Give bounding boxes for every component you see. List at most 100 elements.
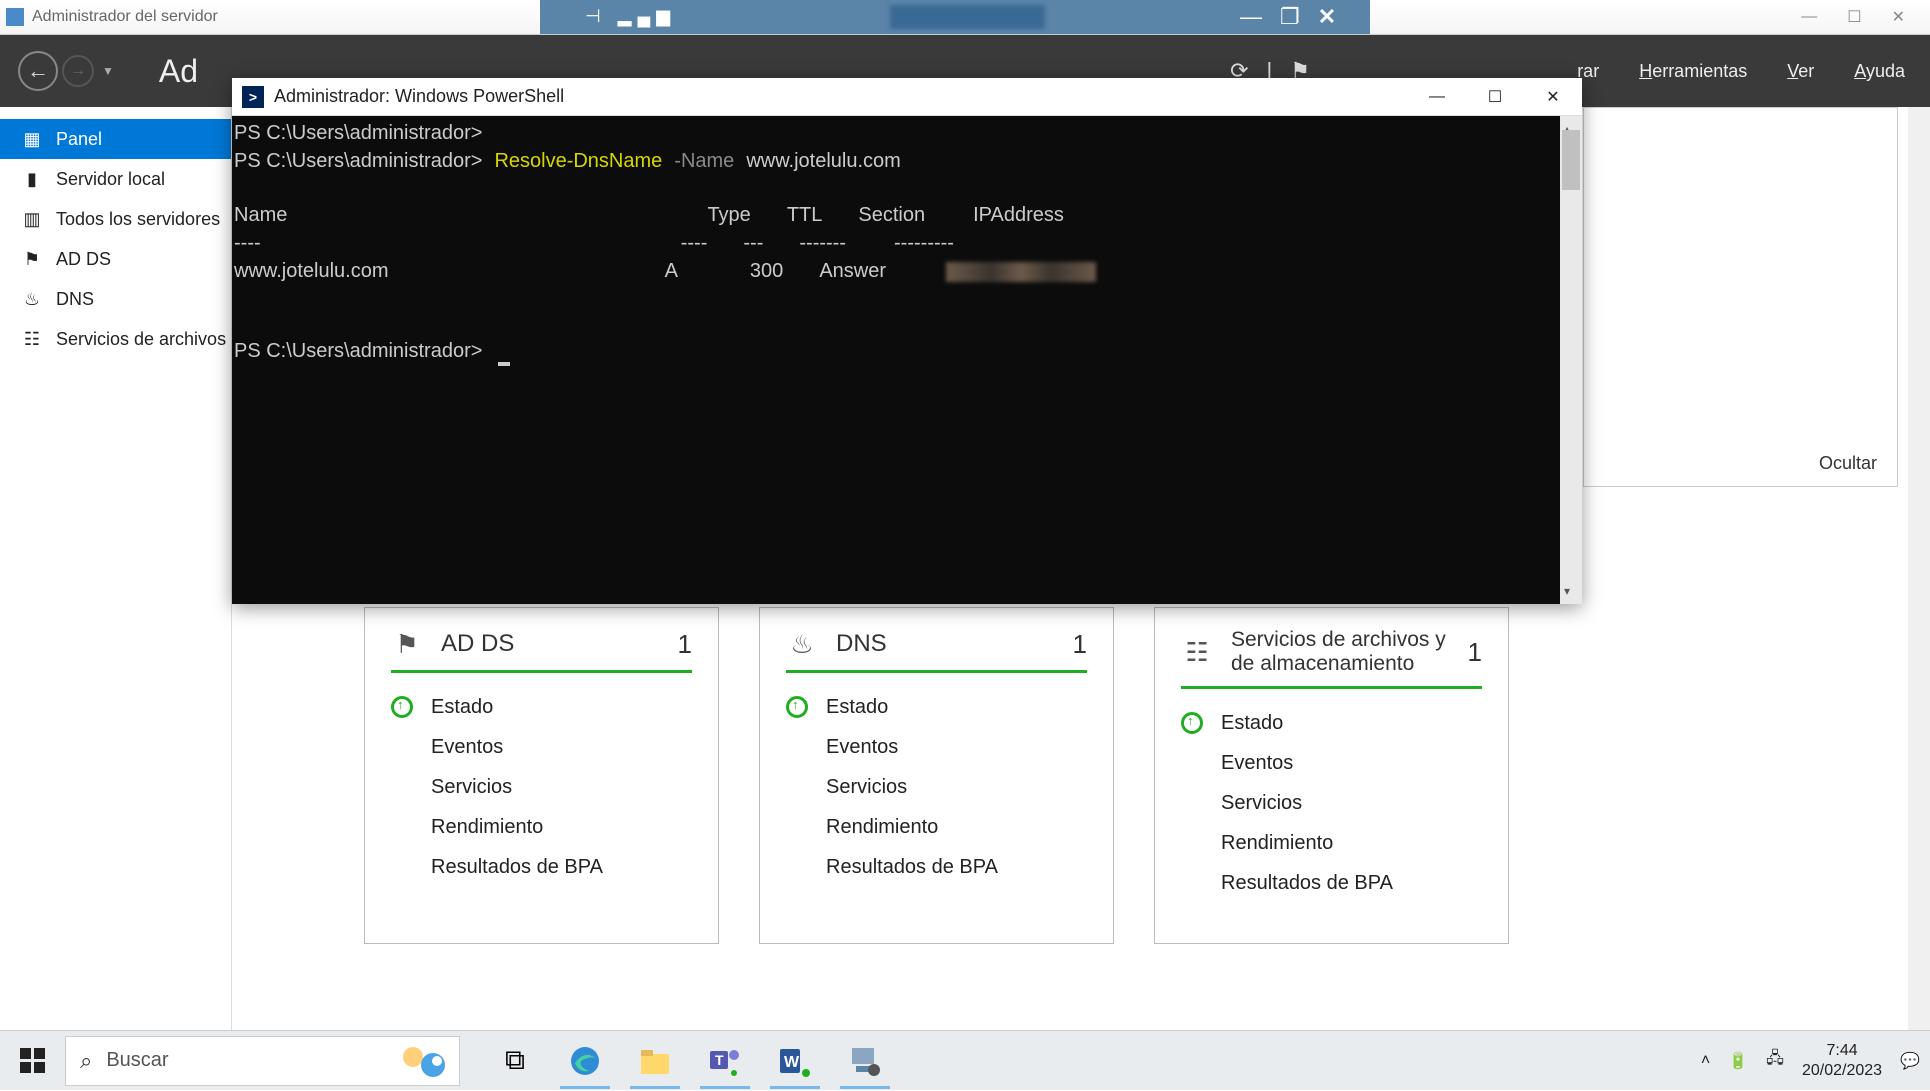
taskbar-teams[interactable]: T [690, 1031, 760, 1091]
tile-title: Servicios de archivos y de almacenamient… [1231, 628, 1450, 676]
svg-text:T: T [715, 1052, 724, 1068]
sidebar-item-adds[interactable]: ⚑ AD DS [0, 239, 231, 279]
ps-minimize-button[interactable]: — [1408, 78, 1466, 116]
hide-link[interactable]: Ocultar [1819, 453, 1877, 474]
tile-title: DNS [836, 630, 1055, 658]
tray-clock[interactable]: 7:44 20/02/2023 [1802, 1041, 1882, 1081]
nav-history-dropdown[interactable]: ▼ [102, 64, 114, 78]
powershell-title: Administrador: Windows PowerShell [274, 86, 564, 107]
tile-row-bpa[interactable]: Resultados de BPA [391, 847, 692, 887]
rdp-minimize-icon[interactable]: — [1240, 4, 1262, 30]
tray-notifications-icon[interactable]: 💬 [1900, 1051, 1920, 1071]
rdp-hostname-blur [890, 5, 1045, 29]
search-placeholder: Buscar [106, 1049, 168, 1072]
tile-row-eventos[interactable]: Eventos [786, 727, 1087, 767]
nav-back-button[interactable]: ← [18, 51, 58, 91]
powershell-console[interactable]: PS C:\Users\administrador> PS C:\Users\a… [232, 116, 1582, 604]
fileservices-tile-icon: ☷ [1181, 636, 1213, 668]
tile-count: 1 [1073, 629, 1087, 660]
search-icon: ⌕ [80, 1048, 92, 1074]
tile-row-eventos[interactable]: Eventos [391, 727, 692, 767]
tile-row-rendimiento[interactable]: Rendimiento [391, 807, 692, 847]
adds-icon: ⚑ [22, 249, 42, 269]
tile-row-estado[interactable]: Estado [1181, 703, 1482, 743]
ps-close-button[interactable]: ✕ [1524, 78, 1582, 116]
powershell-titlebar[interactable]: > Administrador: Windows PowerShell — ☐ … [232, 78, 1582, 116]
tile-row-estado[interactable]: Estado [391, 687, 692, 727]
content-scrollbar[interactable] [1908, 107, 1930, 1030]
ip-redacted [946, 262, 1096, 282]
adds-tile-icon: ⚑ [391, 628, 423, 660]
sidebar-label: AD DS [56, 249, 111, 270]
tile-file-services[interactable]: ☷ Servicios de archivos y de almacenamie… [1154, 607, 1509, 944]
taskbar-word[interactable]: W [760, 1031, 830, 1091]
sidebar-label: Todos los servidores [56, 209, 220, 230]
menu-ayuda[interactable]: Ayuda [1854, 61, 1905, 82]
server-icon: ▮ [22, 169, 42, 189]
tile-row-eventos[interactable]: Eventos [1181, 743, 1482, 783]
taskbar-edge[interactable] [550, 1031, 620, 1091]
status-up-icon [786, 696, 808, 718]
tile-row-rendimiento[interactable]: Rendimiento [786, 807, 1087, 847]
tile-count: 1 [678, 629, 692, 660]
welcome-panel: Ocultar [1583, 107, 1898, 487]
taskbar-server-manager[interactable] [830, 1031, 900, 1091]
tile-dns[interactable]: ♨ DNS 1 Estado Eventos Servicios Rendimi… [759, 607, 1114, 944]
cortana-icon [397, 1041, 449, 1081]
tray-chevron-icon[interactable]: ˄ [1701, 1052, 1710, 1070]
rdp-close-icon[interactable]: ✕ [1318, 4, 1336, 30]
rdp-restore-icon[interactable]: ❐ [1280, 4, 1300, 30]
sidebar-item-local-server[interactable]: ▮ Servidor local [0, 159, 231, 199]
tile-row-servicios[interactable]: Servicios [391, 767, 692, 807]
sidebar-label: Servidor local [56, 169, 165, 190]
sidebar-label: Servicios de archivos [56, 329, 226, 350]
outer-window-title: Administrador del servidor [32, 8, 218, 26]
rdp-pin-signal: ⊣ ▂▄▆ [585, 6, 676, 27]
sidebar-item-all-servers[interactable]: ▥ Todos los servidores [0, 199, 231, 239]
menu-ver[interactable]: Ver [1787, 61, 1814, 82]
ps-scrollbar[interactable]: ▴ ▾ [1560, 116, 1582, 604]
sidebar-label: DNS [56, 289, 94, 310]
status-up-icon [391, 696, 413, 718]
sidebar-item-panel[interactable]: ▦ Panel [0, 119, 231, 159]
outer-window-titlebar: ⊣ ▂▄▆ Administrador del servidor — ❐ ✕ —… [0, 0, 1930, 35]
taskbar-explorer[interactable] [620, 1031, 690, 1091]
powershell-window[interactable]: > Administrador: Windows PowerShell — ☐ … [232, 78, 1582, 604]
ps-maximize-button[interactable]: ☐ [1466, 78, 1524, 116]
page-title: Ad [159, 53, 198, 90]
task-view-button[interactable]: ⧉ [480, 1031, 550, 1091]
menu-herramientas[interactable]: Herramientas [1639, 61, 1747, 82]
tray-battery-icon[interactable]: 🔋 [1728, 1051, 1748, 1071]
dashboard-icon: ▦ [22, 129, 42, 149]
tile-row-bpa[interactable]: Resultados de BPA [786, 847, 1087, 887]
sidebar-item-file-services[interactable]: ☷ Servicios de archivos [0, 319, 231, 359]
tile-title: AD DS [441, 630, 660, 658]
tile-row-bpa[interactable]: Resultados de BPA [1181, 863, 1482, 903]
dns-icon: ♨ [22, 289, 42, 309]
sidebar-item-dns[interactable]: ♨ DNS [0, 279, 231, 319]
taskbar-search[interactable]: ⌕ Buscar [65, 1036, 460, 1086]
sidebar: ▦ Panel ▮ Servidor local ▥ Todos los ser… [0, 107, 232, 1030]
servers-icon: ▥ [22, 209, 42, 229]
dns-tile-icon: ♨ [786, 628, 818, 660]
outer-close-icon[interactable]: ✕ [1892, 7, 1905, 27]
outer-minimize-icon[interactable]: — [1801, 8, 1817, 26]
tile-row-rendimiento[interactable]: Rendimiento [1181, 823, 1482, 863]
tile-row-servicios[interactable]: Servicios [1181, 783, 1482, 823]
nav-forward-button[interactable]: → [62, 55, 94, 87]
files-icon: ☷ [22, 329, 42, 349]
status-up-icon [1181, 712, 1203, 734]
tile-row-estado[interactable]: Estado [786, 687, 1087, 727]
sidebar-label: Panel [56, 129, 102, 150]
taskbar: ⌕ Buscar ⧉ T W ˄ 🔋 🖧 7:44 20/02/2023 💬 [0, 1030, 1930, 1090]
outer-maximize-icon[interactable]: ☐ [1847, 7, 1861, 27]
tray-network-icon[interactable]: 🖧 [1766, 1047, 1784, 1074]
tile-row-servicios[interactable]: Servicios [786, 767, 1087, 807]
role-tiles-row: ⚑ AD DS 1 Estado Eventos Servicios Rendi… [364, 607, 1509, 944]
scroll-thumb[interactable] [1562, 130, 1580, 190]
powershell-icon: > [242, 86, 264, 108]
scroll-down-icon[interactable]: ▾ [1564, 578, 1570, 604]
tile-count: 1 [1468, 637, 1482, 668]
tile-adds[interactable]: ⚑ AD DS 1 Estado Eventos Servicios Rendi… [364, 607, 719, 944]
start-button[interactable] [0, 1031, 65, 1091]
